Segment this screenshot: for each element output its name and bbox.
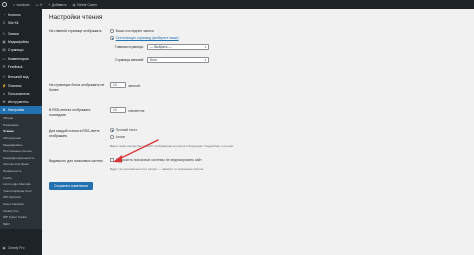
static-page-option[interactable]: Статическую страницу (выберите ниже) [110, 36, 179, 40]
admin-sidebar: ◔ Консоль G Site Kit ✎ Записи ▣ Медиафайлы ▤… [0, 9, 42, 255]
feed-count-input[interactable]: 10 [110, 107, 126, 114]
sitekit-icon: G [2, 21, 6, 26]
user-icon: ● [2, 91, 6, 96]
submenu-general[interactable]: Общие [0, 115, 42, 122]
wp-logo-button[interactable] [0, 0, 10, 9]
delete-cache-button[interactable]: ◍ Delete Cache [69, 0, 100, 9]
comments-link[interactable]: ▭ 0 [33, 0, 46, 9]
page-icon: ▤ [2, 48, 6, 53]
wrench-icon: ✚ [2, 99, 6, 104]
submenu-permalinks[interactable]: Постоянные ссылки [0, 148, 42, 155]
submenu-duplicate-post[interactable]: Yoast Duplicate Post [0, 188, 42, 195]
full-text-radio[interactable] [110, 128, 114, 132]
chevron-down-icon: ▾ [204, 58, 206, 62]
feed-count-label: В RSS-лентах отображать последние [49, 108, 91, 117]
sidebar-item-pages[interactable]: ▤ Страницы [0, 46, 42, 54]
plugin-icon: ⚡ [2, 83, 7, 88]
site-name-link[interactable]: ⌂ woolcoin [10, 0, 33, 9]
feedback-icon: ☰ [2, 64, 6, 69]
sidebar-item-clearfy[interactable]: ◉ Clearfy Pro [2, 246, 25, 250]
submenu-seo[interactable]: SEO [0, 221, 42, 228]
comment-icon: ▭ [2, 56, 6, 61]
save-button[interactable]: Сохранить изменения [49, 182, 93, 190]
submenu-asset-cleanup[interactable]: Asset CleanUp [0, 201, 42, 208]
sidebar-item-tools[interactable]: ✚ Инструменты [0, 98, 42, 106]
arrow-shaft [116, 139, 159, 161]
posts-page-select-label: Страница записей: [115, 58, 145, 62]
sidebar-item-feedback[interactable]: ☰ Feedback [0, 63, 42, 71]
new-content-button[interactable]: + Добавить [45, 0, 69, 9]
visibility-hint: Будет ли учитываться этот запрос — завис… [110, 167, 204, 171]
submenu-reading[interactable]: Чтение [0, 128, 42, 135]
cache-icon: ◍ [72, 2, 76, 7]
homepage-select[interactable]: — Выбрать — ▾ [147, 44, 209, 51]
media-icon: ▣ [2, 40, 6, 45]
per-page-unit: записей [128, 84, 141, 88]
settings-icon: ⚙ [2, 108, 6, 113]
submenu-privacy-2[interactable]: Приватность [0, 168, 42, 175]
homepage-label: На главной странице отображать [49, 29, 102, 33]
per-page-input[interactable]: 10 [110, 82, 126, 89]
plus-icon: + [48, 2, 51, 7]
sidebar-item-posts[interactable]: ✎ Записи [0, 30, 42, 38]
submenu-cache[interactable]: Cache [0, 175, 42, 182]
submenu-wp-optimize[interactable]: WP-Optimize [0, 194, 42, 201]
page-title: Настройки чтения [49, 14, 103, 21]
feed-count-unit: элементов [128, 109, 145, 113]
sidebar-item-users[interactable]: ● Пользователи [0, 90, 42, 98]
static-page-radio[interactable] [110, 36, 114, 40]
submenu-super-cache[interactable]: WP Super Cache [0, 214, 42, 221]
pin-icon: ✎ [2, 31, 6, 36]
admin-bar: ⌂ woolcoin ▭ 0 + Добавить ◍ Delete Cache [0, 0, 474, 9]
posts-page-select[interactable]: Блог ▾ [147, 57, 209, 64]
dashboard-icon: ◔ [2, 13, 6, 18]
comment-icon: ▭ [35, 2, 39, 7]
sidebar-item-sitekit[interactable]: G Site Kit [0, 19, 42, 27]
submenu-clearfy[interactable]: Clearfy Pro [0, 208, 42, 215]
latest-posts-radio[interactable] [110, 29, 114, 33]
latest-posts-option[interactable]: Ваши последние записи [110, 29, 154, 33]
sidebar-item-appearance[interactable]: ✐ Внешний вид [0, 73, 42, 81]
arrow-head [113, 155, 122, 163]
submenu-privacy[interactable]: Конфиденциальность [0, 155, 42, 162]
home-icon: ⌂ [13, 2, 16, 7]
settings-submenu: Общие Написание Чтение Обсуждение Медиаф… [0, 114, 42, 230]
wordpress-icon [2, 2, 7, 7]
sidebar-item-plugins[interactable]: ⚡ Плагины [0, 82, 42, 90]
sidebar-item-settings[interactable]: ⚙ Настройки [0, 106, 42, 115]
submenu-media[interactable]: Медиафайлы [0, 142, 42, 149]
sidebar-item-dashboard[interactable]: ◔ Консоль [0, 11, 42, 19]
brush-icon: ✐ [2, 75, 6, 80]
submenu-discussion[interactable]: Обсуждение [0, 135, 42, 142]
sidebar-item-media[interactable]: ▣ Медиафайлы [0, 38, 42, 46]
full-text-option[interactable]: Полный текст [110, 128, 137, 132]
visibility-label: Видимость для поисковых систем [49, 159, 103, 163]
submenu-akismet[interactable]: Akismet Anti-Spam [0, 161, 42, 168]
sidebar-item-comments[interactable]: ▭ Комментарии [0, 54, 42, 62]
submenu-writing[interactable]: Написание [0, 122, 42, 129]
submenu-limit-login[interactable]: Limit Login Attempts [0, 181, 42, 188]
clearfy-icon: ◉ [2, 246, 6, 250]
homepage-select-label: Главная страница: [115, 45, 144, 49]
feed-content-label: Для каждой статьи в RSS-ленте отображать [49, 129, 100, 138]
per-page-label: На страницах блога отображать не более [49, 83, 105, 92]
chevron-down-icon: ▾ [204, 45, 206, 49]
annotation-arrow [113, 139, 159, 163]
